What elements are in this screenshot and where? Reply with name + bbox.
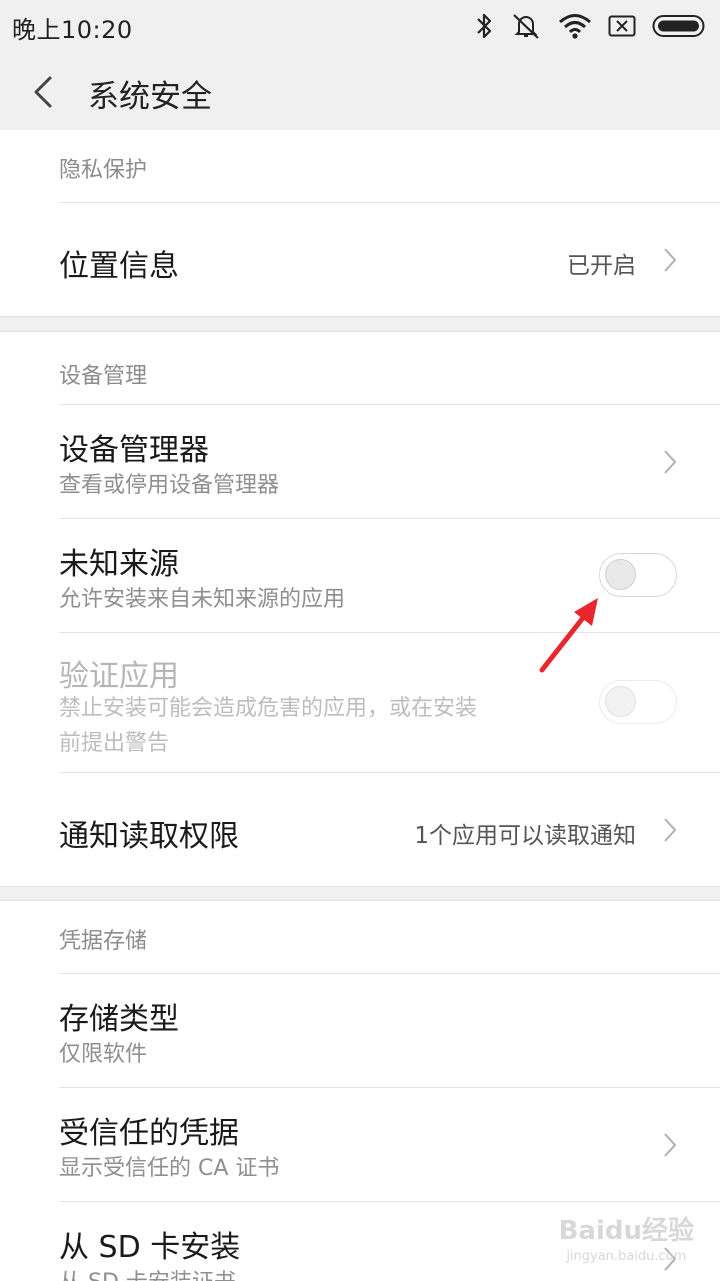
install-from-sd-title: 从 SD 卡安装 [59,1230,241,1265]
unknown-sources-subtitle: 允许安装来自未知来源的应用 [59,587,346,612]
title-bar: 系统安全 [0,52,720,131]
device-section-header: 设备管理 [59,364,148,389]
trusted-credentials-title: 受信任的凭据 [59,1116,239,1151]
device-section: 设备管理 设备管理器 查看或停用设备管理器 未知来源 允许安装来自未知来源的应用… [0,331,720,887]
trusted-credentials-subtitle: 显示受信任的 CA 证书 [59,1156,280,1181]
annotation-arrow-icon [539,598,598,673]
watermark-url: jingyan.baidu.com [566,1249,687,1264]
install-from-sd-subtitle: 从 SD 卡安装证书 [59,1265,236,1281]
privacy-section: 隐私保护 位置信息 已开启 [0,130,720,317]
toggle-knob [605,686,636,717]
notification-access-value: 1个应用可以读取通知 [414,823,636,849]
trusted-credentials-row[interactable]: 受信任的凭据 显示受信任的 CA 证书 [0,1088,720,1201]
unknown-sources-title: 未知来源 [59,547,179,582]
chevron-right-icon [664,248,677,272]
toggle-knob [605,559,636,590]
status-bar: 晚上10:20 [0,0,720,52]
wifi-icon [559,14,591,39]
bluetooth-icon [477,13,492,39]
device-admin-subtitle: 查看或停用设备管理器 [59,473,280,498]
chevron-right-icon [664,1133,677,1157]
verify-apps-row: 验证应用 禁止安装可能会造成危害的应用，或在安装 前提出警告 [0,633,720,772]
page-title: 系统安全 [88,79,212,115]
location-title: 位置信息 [59,249,179,284]
back-button[interactable] [26,70,66,114]
chevron-right-icon [664,818,677,842]
device-admin-title: 设备管理器 [59,433,209,468]
credentials-section-header: 凭据存储 [59,929,148,954]
storage-type-title: 存储类型 [59,1002,179,1037]
no-sim-icon [608,15,636,37]
location-row[interactable]: 位置信息 已开启 [0,203,720,316]
chevron-right-icon [664,450,677,474]
verify-apps-toggle [599,680,677,724]
verify-apps-subtitle-line2: 前提出警告 [59,731,170,756]
unknown-sources-toggle[interactable] [599,553,677,597]
verify-apps-subtitle-line1: 禁止安装可能会造成危害的应用，或在安装 [59,696,478,721]
storage-type-row: 存储类型 仅限软件 [0,974,720,1087]
battery-icon [652,15,705,37]
watermark-logo: Baidu经验 [558,1216,694,1246]
status-icons [474,10,708,42]
privacy-section-header: 隐私保护 [59,158,148,183]
device-admin-row[interactable]: 设备管理器 查看或停用设备管理器 [0,405,720,518]
storage-type-subtitle: 仅限软件 [59,1042,148,1067]
baidu-watermark: Baidu经验 jingyan.baidu.com [559,1210,694,1264]
notification-access-title: 通知读取权限 [59,819,239,854]
mute-vibrate-icon [513,14,539,39]
notification-access-row[interactable]: 通知读取权限 1个应用可以读取通知 [0,773,720,886]
status-time: 晚上10:20 [12,16,133,44]
location-status: 已开启 [567,253,636,279]
unknown-sources-row[interactable]: 未知来源 允许安装来自未知来源的应用 [0,519,720,632]
verify-apps-title: 验证应用 [59,659,179,694]
